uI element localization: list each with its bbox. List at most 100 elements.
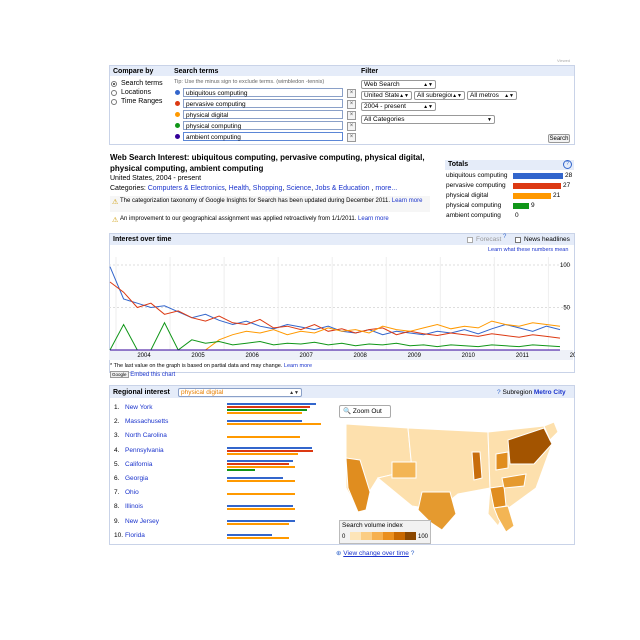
forecast-checkbox[interactable] <box>467 237 473 243</box>
learn-more-link[interactable]: Learn more <box>392 198 423 204</box>
select-arrow-icon: ▲▼ <box>399 92 409 99</box>
x-axis-band <box>109 350 573 360</box>
totals-row: physical computing 9 <box>446 202 572 211</box>
region-name-link[interactable]: Pennsylvania <box>125 447 164 454</box>
totals-row: pervasive computing 27 <box>446 182 572 191</box>
map-colorado <box>391 461 417 479</box>
news-label: News headlines <box>524 236 570 243</box>
series-color-dot <box>175 112 180 117</box>
notice-taxonomy: The categorization taxonomy of Google In… <box>120 198 426 205</box>
interest-chart[interactable]: 2004 2005 2006 2007 2008 2009 2010 2011 2012 100… <box>109 253 575 361</box>
category-link[interactable]: Jobs & Education <box>315 185 369 192</box>
y-tick-label: 100 <box>560 263 571 269</box>
period-select[interactable]: 2004 - present ▲▼ <box>361 102 436 111</box>
period-value: 2004 - present <box>364 103 406 110</box>
term-row: physical computing × <box>174 121 358 131</box>
totals-value: 27 <box>563 182 571 189</box>
remove-term-icon[interactable]: × <box>347 89 356 98</box>
region-bar <box>227 533 272 536</box>
filter-title: Filter <box>361 68 379 75</box>
region-bar <box>227 406 310 408</box>
search-button[interactable]: Search <box>548 134 570 143</box>
series-line-3 <box>109 321 561 351</box>
embed-chart-link[interactable]: Embed this chart <box>130 372 175 378</box>
term-input[interactable]: ambient computing <box>183 132 343 141</box>
series-line-0 <box>109 266 561 336</box>
subregion-select[interactable]: All subregions ▲▼ <box>414 91 465 100</box>
category-link[interactable]: Health <box>229 185 249 192</box>
region-rank: 7. <box>114 489 120 497</box>
regional-term-select[interactable]: physical digital ▲▼ <box>178 388 302 397</box>
country-select[interactable]: United States ▲▼ <box>361 91 412 100</box>
radio-icon[interactable] <box>111 81 117 87</box>
radio-icon[interactable] <box>111 99 117 105</box>
region-name-link[interactable]: New Jersey <box>125 518 159 525</box>
category-link[interactable]: Computers & Electronics <box>148 185 225 192</box>
select-arrow-icon: ▲▼ <box>289 390 299 396</box>
term-input[interactable]: ubiquitous computing <box>183 88 343 97</box>
category-value: All Categories <box>364 116 405 123</box>
remove-term-icon[interactable]: × <box>347 100 356 109</box>
region-rank: 5. <box>114 460 120 468</box>
region-bar <box>227 505 293 508</box>
remove-term-icon[interactable]: × <box>347 111 356 120</box>
embed-row: Google Embed this chart <box>110 371 175 378</box>
region-name-link[interactable]: Florida <box>125 532 145 539</box>
select-arrow-icon: ▲▼ <box>423 82 433 88</box>
legend-min: 0 <box>342 534 346 540</box>
series-color-dot <box>175 90 180 95</box>
metro-select[interactable]: All metros ▲▼ <box>467 91 517 100</box>
compare-option-label: Time Ranges <box>121 98 163 105</box>
map-illinois <box>471 451 483 481</box>
subregion-toggle[interactable]: ? Subregion Metro City <box>497 389 566 396</box>
learn-more-link[interactable]: Learn more <box>358 216 389 222</box>
category-select[interactable]: All Categories ▼ <box>361 115 495 124</box>
region-name-link[interactable]: New York <box>125 404 152 411</box>
region-name-link[interactable]: North Carolina <box>125 432 167 439</box>
help-icon[interactable]: ? <box>503 234 506 240</box>
term-input[interactable]: physical digital <box>183 110 343 119</box>
term-row: ambient computing × <box>174 132 358 142</box>
region-name-link[interactable]: Illinois <box>125 503 143 510</box>
zoom-out-button[interactable]: 🔍 Zoom Out <box>339 405 391 418</box>
news-checkbox[interactable] <box>515 237 521 243</box>
remove-term-icon[interactable]: × <box>347 133 356 142</box>
radio-icon[interactable] <box>111 90 117 96</box>
select-arrow-icon: ▲▼ <box>504 93 514 99</box>
more-categories-link[interactable]: more... <box>375 185 397 192</box>
term-input[interactable]: pervasive computing <box>183 99 343 108</box>
warning-icon: ⚠ <box>112 199 119 206</box>
region-bar <box>227 447 312 450</box>
region-bar <box>227 453 298 456</box>
learn-more-link[interactable]: Learn more <box>284 363 312 369</box>
legend-swatch <box>394 532 405 540</box>
view-change-row[interactable]: ⊕ View change over time ? <box>336 549 414 557</box>
metro-city-link[interactable]: Metro City <box>534 389 566 396</box>
region-rank: 10. <box>114 531 124 539</box>
notice-text: The categorization taxonomy of Google In… <box>120 198 391 204</box>
region-name-link[interactable]: Ohio <box>125 489 139 496</box>
remove-term-icon[interactable]: × <box>347 122 356 131</box>
region-name-link[interactable]: Georgia <box>125 475 148 482</box>
totals-value: 21 <box>553 192 561 199</box>
region-bar <box>227 450 313 453</box>
region-rank: 9. <box>114 517 120 525</box>
view-change-link[interactable]: View change over time <box>343 550 409 557</box>
legend-swatch <box>361 532 372 540</box>
category-link[interactable]: Shopping <box>253 185 283 192</box>
help-icon: ? <box>410 550 415 557</box>
summary-categories: Categories: Computers & Electronics, Hea… <box>110 185 398 192</box>
region-bar <box>227 412 302 414</box>
region-name-link[interactable]: California <box>125 461 152 468</box>
viewed-label: Viewed <box>557 58 571 63</box>
totals-bar <box>513 203 529 209</box>
search-type-select[interactable]: Web Search ▲▼ <box>361 80 436 89</box>
term-input[interactable]: physical computing <box>183 121 343 130</box>
search-terms-title: Search terms <box>174 68 219 75</box>
legend-swatch <box>383 532 394 540</box>
help-icon[interactable]: ? <box>563 160 572 169</box>
region-name-link[interactable]: Massachusetts <box>125 418 168 425</box>
region-bar <box>227 423 321 426</box>
x-tick-label: 2012 <box>570 353 575 359</box>
category-link[interactable]: Science <box>286 185 311 192</box>
